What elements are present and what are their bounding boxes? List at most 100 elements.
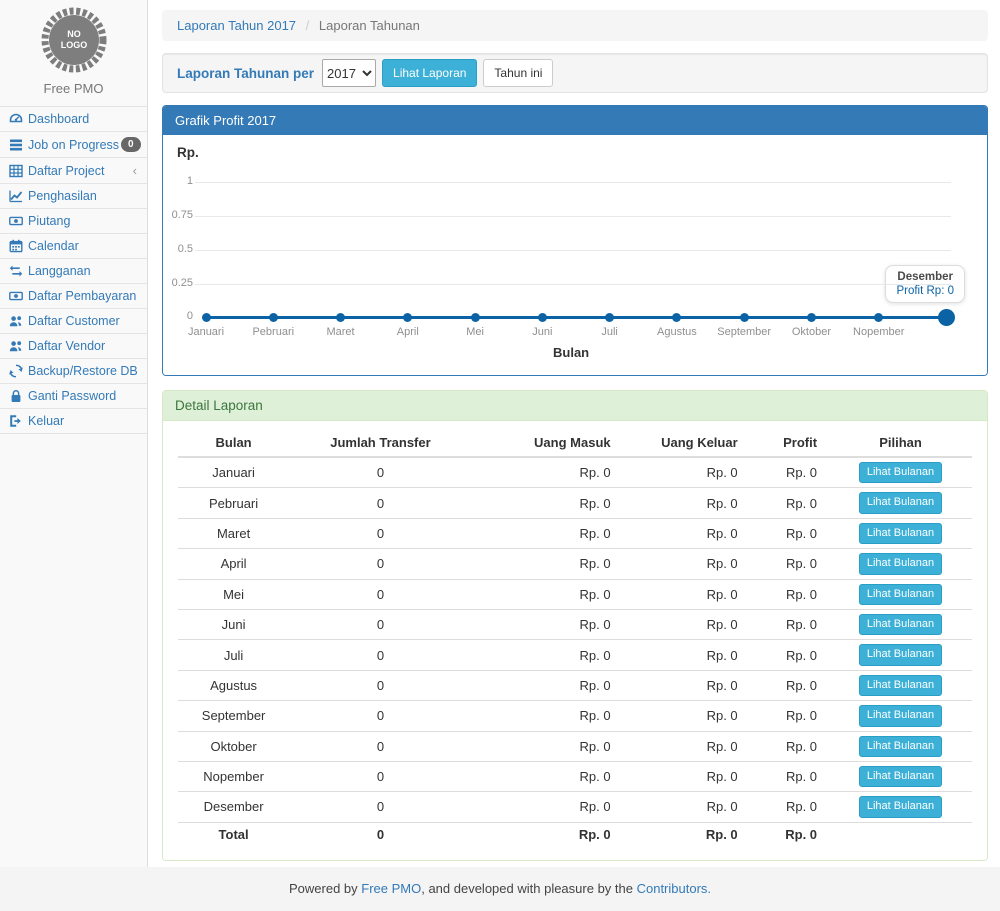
cell: Rp. 0 (623, 701, 750, 731)
chart-point-nopember[interactable] (874, 313, 883, 322)
chart-y-tick: 0.75 (165, 209, 193, 221)
sidebar-item-keluar: Keluar (0, 409, 147, 434)
cell: 0 (289, 701, 472, 731)
table-row-juni: Juni0Rp. 0Rp. 0Rp. 0Lihat Bulanan (178, 609, 972, 639)
exchange-icon (7, 264, 24, 278)
footer-link-contributors[interactable]: Contributors. (637, 881, 711, 896)
sidebar: NO LOGO Free PMO Dashboard Job on Progres… (0, 0, 148, 867)
cell: Rp. 0 (750, 640, 829, 670)
chart-point-januari[interactable] (202, 313, 211, 322)
chart-x-tick: Maret (306, 326, 376, 338)
cell: 0 (289, 670, 472, 700)
view-report-button[interactable]: Lihat Laporan (382, 59, 477, 88)
cell: Rp. 0 (750, 670, 829, 700)
chart-point-oktober[interactable] (807, 313, 816, 322)
breadcrumb-link[interactable]: Laporan Tahun 2017 (177, 18, 296, 33)
view-month-button-juli[interactable]: Lihat Bulanan (859, 644, 942, 665)
cell: Juni (178, 609, 289, 639)
sidebar-item-label: Penghasilan (28, 189, 140, 203)
sidebar-item-label: Ganti Password (28, 389, 140, 403)
sidebar-item-label: Calendar (28, 239, 140, 253)
chart-point-mei[interactable] (471, 313, 480, 322)
chart-point-agustus[interactable] (672, 313, 681, 322)
sidebar-item-backup-restore-db: Backup/Restore DB (0, 359, 147, 384)
cell: Rp. 0 (623, 549, 750, 579)
sidebar-link-ganti-password[interactable]: Ganti Password (0, 384, 147, 408)
view-month-button-nopember[interactable]: Lihat Bulanan (859, 766, 942, 787)
report-filter-bar: Laporan Tahunan per 2017 Lihat Laporan T… (162, 53, 988, 93)
sidebar-link-calendar[interactable]: Calendar (0, 234, 147, 258)
chart-point-juli[interactable] (605, 313, 614, 322)
sidebar-link-piutang[interactable]: Piutang (0, 209, 147, 233)
chart-point-september[interactable] (740, 313, 749, 322)
total-cell (829, 822, 972, 846)
cell: Rp. 0 (472, 549, 623, 579)
sidebar-link-keluar[interactable]: Keluar (0, 409, 147, 433)
view-month-button-juni[interactable]: Lihat Bulanan (859, 614, 942, 635)
chart-point-desember[interactable] (938, 309, 955, 326)
cell: 0 (289, 640, 472, 670)
chart-point-pebruari[interactable] (269, 313, 278, 322)
action-cell: Lihat Bulanan (829, 792, 972, 822)
total-cell: Rp. 0 (472, 822, 623, 846)
year-select[interactable]: 2017 (322, 59, 376, 87)
chart-y-tick: 0.5 (165, 243, 193, 255)
table-row-juli: Juli0Rp. 0Rp. 0Rp. 0Lihat Bulanan (178, 640, 972, 670)
table-row-mei: Mei0Rp. 0Rp. 0Rp. 0Lihat Bulanan (178, 579, 972, 609)
chart-x-tick: Mei (440, 326, 510, 338)
sidebar-link-daftar-vendor[interactable]: Daftar Vendor (0, 334, 147, 358)
sidebar-link-penghasilan[interactable]: Penghasilan (0, 184, 147, 208)
footer-link-freepmo[interactable]: Free PMO (361, 881, 421, 896)
action-cell: Lihat Bulanan (829, 579, 972, 609)
view-month-button-januari[interactable]: Lihat Bulanan (859, 462, 942, 483)
current-year-button[interactable]: Tahun ini (483, 59, 553, 88)
sidebar-item-label: Dashboard (28, 112, 140, 126)
action-cell: Lihat Bulanan (829, 670, 972, 700)
view-month-button-maret[interactable]: Lihat Bulanan (859, 523, 942, 544)
cell: Rp. 0 (623, 731, 750, 761)
view-month-button-april[interactable]: Lihat Bulanan (859, 553, 942, 574)
sidebar-link-daftar-customer[interactable]: Daftar Customer (0, 309, 147, 333)
sidebar-link-dashboard[interactable]: Dashboard (0, 107, 147, 131)
action-cell: Lihat Bulanan (829, 488, 972, 518)
cell: Desember (178, 792, 289, 822)
column-header-jumlah-transfer: Jumlah Transfer (289, 429, 472, 457)
line-chart-icon (7, 189, 24, 203)
cell: Rp. 0 (623, 457, 750, 488)
sidebar-item-label: Backup/Restore DB (28, 364, 140, 378)
view-month-button-agustus[interactable]: Lihat Bulanan (859, 675, 942, 696)
chart-x-tick: Juli (575, 326, 645, 338)
report-table: BulanJumlah TransferUang MasukUang Kelua… (178, 429, 972, 846)
chart-point-april[interactable] (403, 313, 412, 322)
sidebar-link-job-on-progress[interactable]: Job on Progress0 (0, 132, 147, 157)
view-month-button-desember[interactable]: Lihat Bulanan (859, 796, 942, 817)
column-header-uang-keluar: Uang Keluar (623, 429, 750, 457)
sidebar-link-daftar-pembayaran[interactable]: Daftar Pembayaran (0, 284, 147, 308)
chart-x-axis-label: Bulan (553, 345, 589, 360)
chart-y-tick: 0.25 (165, 277, 193, 289)
cell: 0 (289, 488, 472, 518)
table-header-row: BulanJumlah TransferUang MasukUang Kelua… (178, 429, 972, 457)
logo: NO LOGO Free PMO (0, 0, 147, 96)
sidebar-link-daftar-project[interactable]: Daftar Project‹ (0, 158, 147, 183)
sidebar-item-calendar: Calendar (0, 234, 147, 259)
view-month-button-pebruari[interactable]: Lihat Bulanan (859, 492, 942, 513)
chart-point-maret[interactable] (336, 313, 345, 322)
tooltip-month: Desember (896, 271, 954, 283)
cell: Agustus (178, 670, 289, 700)
view-month-button-oktober[interactable]: Lihat Bulanan (859, 736, 942, 757)
view-month-button-mei[interactable]: Lihat Bulanan (859, 584, 942, 605)
chart-point-juni[interactable] (538, 313, 547, 322)
cell: Rp. 0 (623, 792, 750, 822)
table-total-row: Total0Rp. 0Rp. 0Rp. 0 (178, 822, 972, 846)
table-row-desember: Desember0Rp. 0Rp. 0Rp. 0Lihat Bulanan (178, 792, 972, 822)
sidebar-item-daftar-customer: Daftar Customer (0, 309, 147, 334)
job-count-badge: 0 (121, 137, 141, 152)
view-month-button-september[interactable]: Lihat Bulanan (859, 705, 942, 726)
total-cell: 0 (289, 822, 472, 846)
action-cell: Lihat Bulanan (829, 549, 972, 579)
table-row-januari: Januari0Rp. 0Rp. 0Rp. 0Lihat Bulanan (178, 457, 972, 488)
sidebar-link-langganan[interactable]: Langganan (0, 259, 147, 283)
sidebar-link-backup-restore-db[interactable]: Backup/Restore DB (0, 359, 147, 383)
table-row-september: September0Rp. 0Rp. 0Rp. 0Lihat Bulanan (178, 701, 972, 731)
